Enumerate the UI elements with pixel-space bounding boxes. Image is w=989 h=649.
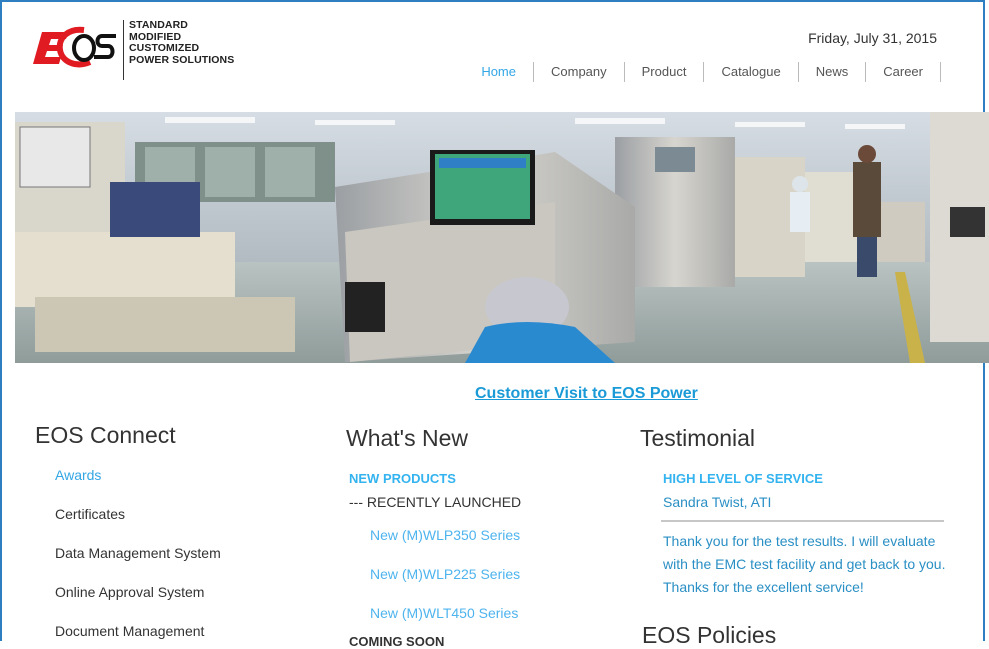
tagline-line: POWER SOLUTIONS xyxy=(129,53,235,66)
eos-policies-title: EOS Policies xyxy=(642,622,777,648)
connect-item-document-management[interactable]: Document Management xyxy=(55,623,204,639)
logo[interactable]: STANDARD MODIFIED CUSTOMIZED POWER SOLUT… xyxy=(30,18,240,90)
testimonial-divider xyxy=(661,520,944,522)
connect-item-awards[interactable]: Awards xyxy=(55,467,101,483)
eos-connect-title: EOS Connect xyxy=(35,422,176,448)
recently-launched-subheading: --- RECENTLY LAUNCHED xyxy=(349,494,522,510)
nav-catalogue[interactable]: Catalogue xyxy=(704,62,799,82)
main-nav: Home Company Product Catalogue News Care… xyxy=(464,62,941,82)
connect-item-data-management[interactable]: Data Management System xyxy=(55,545,221,561)
connect-item-online-approval[interactable]: Online Approval System xyxy=(55,584,204,600)
coming-soon-heading: COMING SOON xyxy=(349,634,445,649)
new-products-heading: NEW PRODUCTS xyxy=(349,471,456,486)
nav-company[interactable]: Company xyxy=(534,62,625,82)
featured-headline-link[interactable]: Customer Visit to EOS Power xyxy=(475,385,698,403)
testimonial-title: Testimonial xyxy=(640,425,756,451)
current-date: Friday, July 31, 2015 xyxy=(808,30,937,46)
product-link-wlp350[interactable]: New (M)WLP350 Series xyxy=(370,527,520,543)
tagline-line: CUSTOMIZED xyxy=(129,42,200,54)
logo-tagline: STANDARD MODIFIED CUSTOMIZED POWER SOLUT… xyxy=(123,19,235,80)
testimonial-author: Sandra Twist, ATI xyxy=(663,494,772,510)
connect-item-certificates[interactable]: Certificates xyxy=(55,506,125,522)
product-link-wlt450[interactable]: New (M)WLT450 Series xyxy=(370,605,518,621)
product-link-wlp225[interactable]: New (M)WLP225 Series xyxy=(370,566,520,582)
nav-career[interactable]: Career xyxy=(866,62,941,82)
testimonial-quote: Thank you for the test results. I will e… xyxy=(663,533,946,595)
eos-logo-mark xyxy=(33,26,116,68)
hero-factory-image xyxy=(15,112,989,363)
tagline-line: STANDARD xyxy=(129,19,188,31)
nav-news[interactable]: News xyxy=(799,62,867,82)
whats-new-title: What's New xyxy=(346,425,468,451)
nav-home[interactable]: Home xyxy=(464,62,534,82)
nav-product[interactable]: Product xyxy=(625,62,705,82)
hero-banner xyxy=(15,112,989,363)
testimonial-heading: HIGH LEVEL OF SERVICE xyxy=(663,471,823,486)
